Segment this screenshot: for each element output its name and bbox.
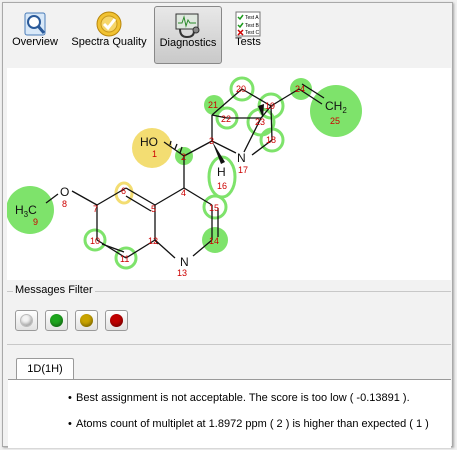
yellow-circle-icon [80,314,93,327]
atom-number-18: 18 [266,135,276,145]
atom-number-11: 11 [120,254,129,264]
atom-number-12: 12 [148,236,158,246]
red-circle-icon [110,314,123,327]
overview-icon [24,12,46,36]
atom-symbols: HO O N H N H3C CH2 [15,99,347,269]
atom-number-19: 19 [265,101,275,111]
atom-number-15: 15 [209,203,219,213]
atom-number-17: 17 [238,165,248,175]
atom-number-23: 23 [255,117,265,127]
atom-symbol-n13: N [180,255,189,269]
atom-number-13: 13 [177,268,187,278]
white-circle-icon [20,314,33,327]
results-panel: • Best assignment is not acceptable. The … [8,379,451,448]
atom-number-24: 24 [295,84,305,94]
atom-number-7: 7 [93,204,98,214]
atom-number-10: 10 [90,236,100,246]
message-item: • Best assignment is not acceptable. The … [68,392,410,404]
filter-red-button[interactable] [105,310,128,331]
atom-symbol-o8: O [60,185,69,199]
atom-number-22: 22 [221,114,231,124]
atom-symbol-o1: HO [140,135,158,149]
tests-icon-line-c: Test C [245,30,260,36]
atom-number-2: 2 [181,152,186,162]
atom-number-8: 8 [62,199,67,209]
spectra-quality-button[interactable]: Spectra Quality [68,6,150,64]
atom-symbol-h16: H [217,165,226,179]
toolbar: Overview Spectra Quality Diagnostics Tes… [4,4,444,66]
filter-white-button[interactable] [15,310,38,331]
tests-icon-line-b: Test B [245,23,260,29]
atom-number-1: 1 [152,149,157,159]
diagnostics-icon [175,13,200,39]
bullet-icon: • [68,418,72,430]
message-text: Atoms count of multiplet at 1.8972 ppm (… [76,418,429,430]
atom-number-20: 20 [236,84,246,94]
atom-numbers: 1 2 3 4 5 6 7 8 9 10 11 12 13 14 15 16 1… [33,84,340,278]
atom-number-6: 6 [121,186,126,196]
atom-number-4: 4 [181,188,186,198]
molecule-view[interactable]: HO O N H N H3C CH2 1 2 3 4 5 6 7 8 9 10 … [6,68,451,280]
messages-filter-group: Messages Filter [7,284,451,340]
tests-icon: Test A Test B Test C [235,11,261,37]
tab-1d-1h[interactable]: 1D(1H) [16,358,74,380]
atom-number-5: 5 [151,204,156,214]
atom-symbol-n17: N [237,151,246,165]
overview-button[interactable]: Overview [8,6,62,64]
diagnostics-button[interactable]: Diagnostics [154,6,222,64]
bullet-icon: • [68,392,72,404]
spectra-quality-icon [96,11,122,37]
atom-number-25: 25 [330,116,340,126]
green-circle-icon [50,314,63,327]
atom-number-9: 9 [33,217,38,227]
molecule-structure: HO O N H N H3C CH2 1 2 3 4 5 6 7 8 9 10 … [6,76,362,278]
messages-filter-title: Messages Filter [13,284,95,296]
divider [7,344,451,345]
tests-icon-line-a: Test A [245,15,259,21]
filter-green-button[interactable] [45,310,68,331]
atom-number-14: 14 [209,236,219,246]
message-text: Best assignment is not acceptable. The s… [76,392,410,404]
atom-number-21: 21 [208,100,218,110]
message-item: • Atoms count of multiplet at 1.8972 ppm … [68,418,429,430]
filter-yellow-button[interactable] [75,310,98,331]
tests-button[interactable]: Test A Test B Test C Tests [228,6,268,64]
atom-number-16: 16 [217,181,227,191]
atom-number-3: 3 [209,136,214,146]
